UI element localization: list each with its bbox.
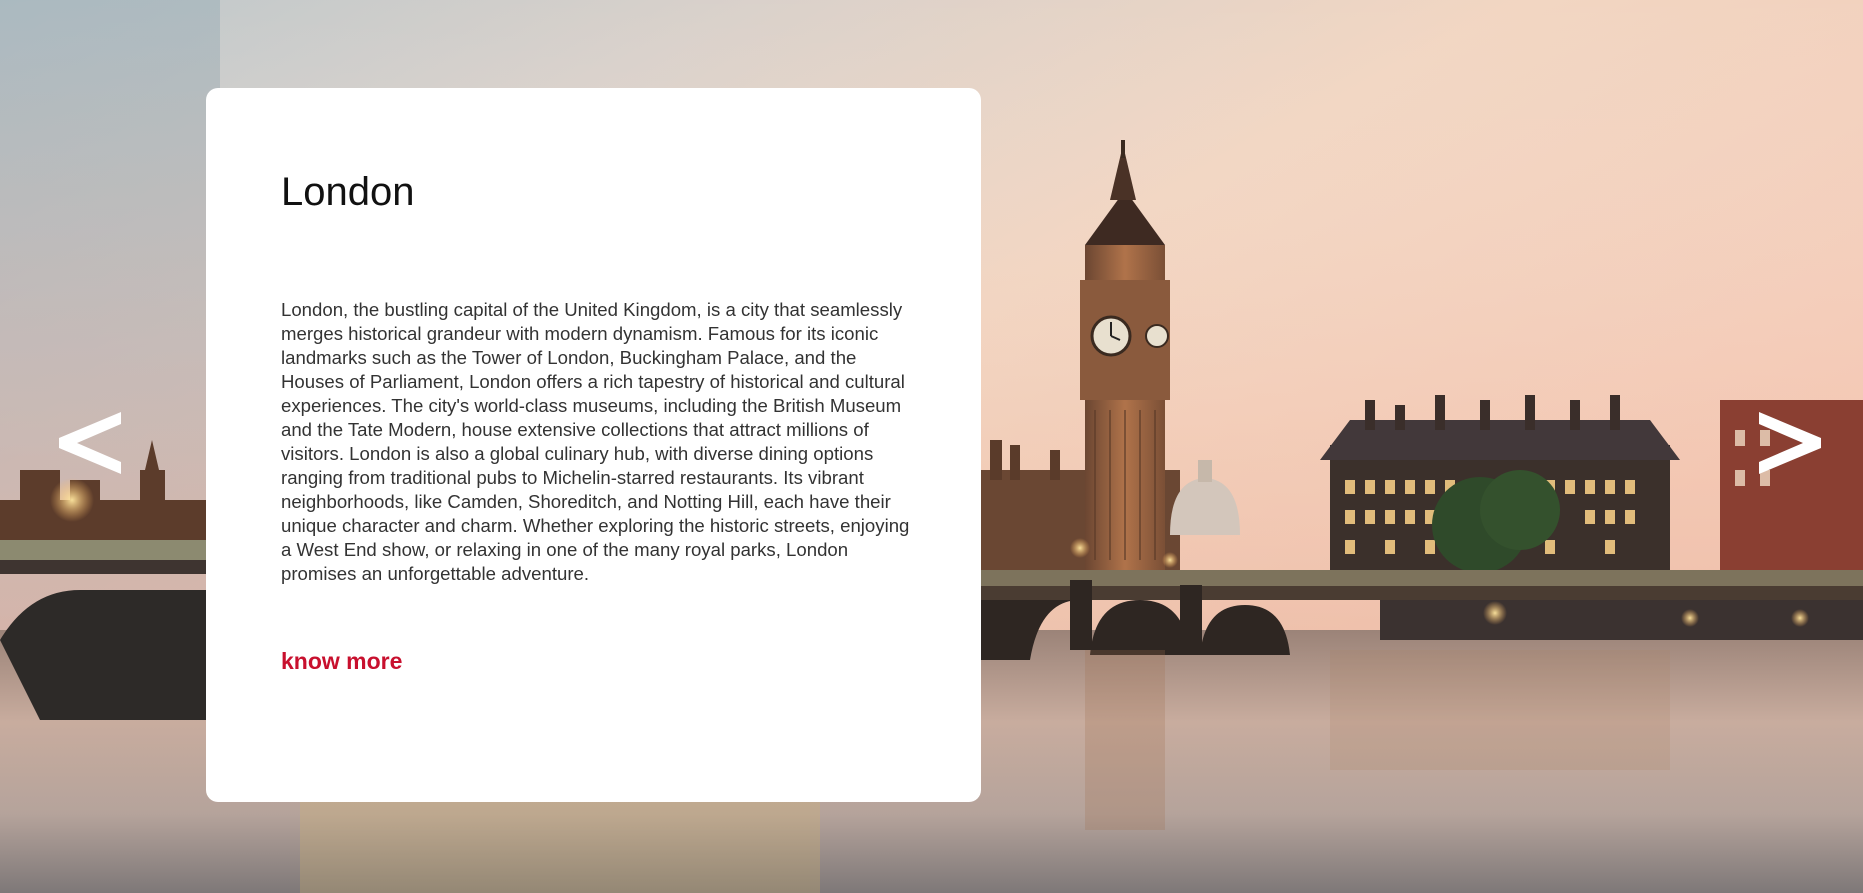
card-title: London: [281, 170, 415, 214]
next-slide-button[interactable]: [1755, 408, 1825, 478]
know-more-link[interactable]: know more: [281, 648, 402, 675]
prev-slide-button[interactable]: [55, 408, 125, 478]
chevron-right-icon: [1759, 412, 1821, 474]
chevron-left-icon: [59, 412, 121, 474]
destination-card: London London, the bustling capital of t…: [206, 88, 981, 802]
hero-slider: London London, the bustling capital of t…: [0, 0, 1863, 893]
card-description: London, the bustling capital of the Unit…: [281, 299, 910, 584]
